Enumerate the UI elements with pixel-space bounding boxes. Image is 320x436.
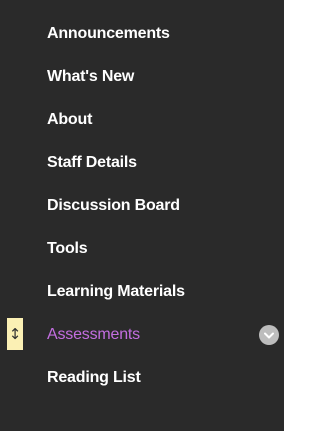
menu-item-tools[interactable]: Tools — [0, 227, 284, 270]
menu-item-label: Assessments — [47, 325, 140, 343]
menu-item-staff-details[interactable]: Staff Details — [0, 141, 284, 184]
course-menu-list: Announcements What's New About Staff Det… — [0, 12, 284, 399]
menu-item-whats-new[interactable]: What's New — [0, 55, 284, 98]
menu-item-label: Reading List — [47, 368, 141, 386]
menu-item-label: Discussion Board — [47, 196, 180, 214]
chevron-down-icon — [264, 332, 274, 338]
menu-item-label: About — [47, 110, 93, 128]
menu-item-label: Tools — [47, 239, 88, 257]
item-options-button[interactable] — [259, 325, 279, 345]
course-menu-sidebar: Announcements What's New About Staff Det… — [0, 0, 284, 431]
menu-item-learning-materials[interactable]: Learning Materials — [0, 270, 284, 313]
menu-item-reading-list[interactable]: Reading List — [0, 356, 284, 399]
menu-item-announcements[interactable]: Announcements — [0, 12, 284, 55]
menu-item-label: What's New — [47, 67, 135, 85]
menu-item-label: Staff Details — [47, 153, 137, 171]
drag-handle-icon[interactable]: ↕ — [7, 318, 23, 350]
menu-item-discussion-board[interactable]: Discussion Board — [0, 184, 284, 227]
menu-item-label: Announcements — [47, 24, 170, 42]
menu-item-assessments[interactable]: ↕ Assessments — [0, 313, 284, 356]
menu-item-about[interactable]: About — [0, 98, 284, 141]
menu-item-label: Learning Materials — [47, 282, 185, 300]
